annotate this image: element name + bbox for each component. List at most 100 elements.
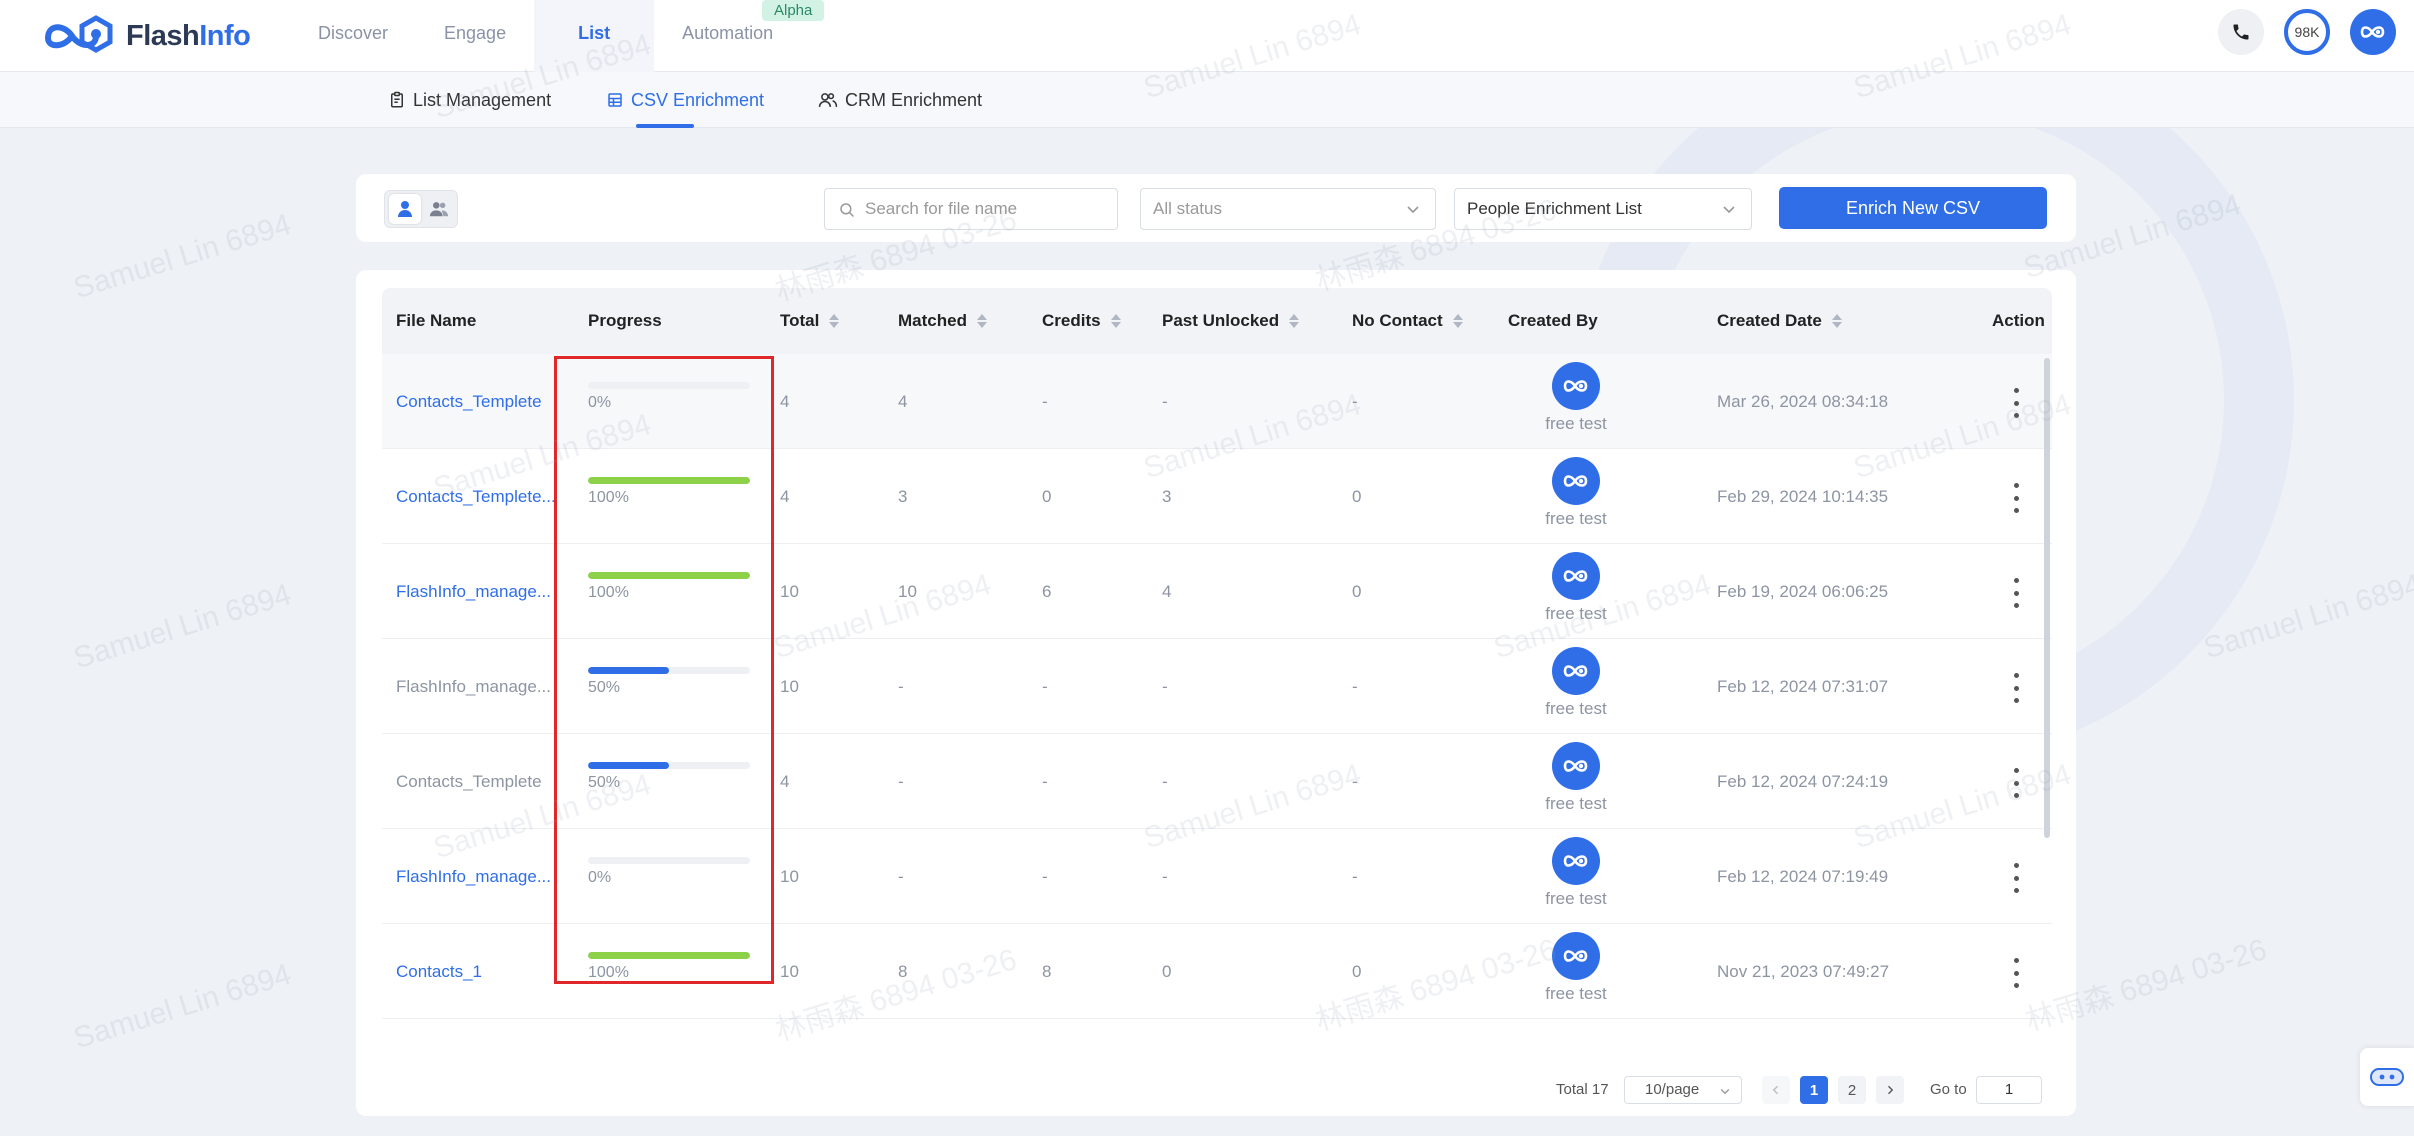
table-row[interactable]: Contacts_Templete... 100% 4 3 0 3 0 free…	[382, 449, 2052, 544]
col-matched[interactable]: Matched	[898, 288, 987, 354]
creator-avatar	[1552, 457, 1600, 505]
matched-cell: -	[898, 772, 904, 791]
credits-cell: 8	[1042, 962, 1052, 981]
progress-cell: 0%	[588, 829, 750, 924]
table-row[interactable]: Contacts_1 100% 10 8 8 0 0 free test Nov…	[382, 924, 2052, 1019]
tab-crm-enrichment[interactable]: CRM Enrichment	[818, 72, 982, 128]
nav-discover[interactable]: Discover	[290, 0, 416, 72]
goto-label: Go to	[1930, 1081, 1967, 1098]
user-avatar[interactable]	[2350, 9, 2396, 55]
created-by-cell: free test	[1516, 362, 1636, 434]
file-name[interactable]: Contacts_Templete	[396, 354, 576, 449]
col-credits[interactable]: Credits	[1042, 288, 1121, 354]
table-row[interactable]: FlashInfo_manage... 100% 10 10 6 4 0 fre…	[382, 544, 2052, 639]
file-name[interactable]: FlashInfo_manage...	[396, 544, 576, 639]
search-icon	[840, 203, 854, 217]
main-nav: Discover Engage List Automation	[290, 0, 801, 72]
col-no-contact[interactable]: No Contact	[1352, 288, 1463, 354]
past-unlocked-cell: -	[1162, 392, 1168, 411]
enrichment-list-select[interactable]: People Enrichment List	[1454, 188, 1752, 230]
col-past-unlocked[interactable]: Past Unlocked	[1162, 288, 1300, 354]
past-unlocked-cell: -	[1162, 867, 1168, 886]
created-by-cell: free test	[1516, 742, 1636, 814]
progress-track	[588, 857, 750, 864]
file-name[interactable]: Contacts_Templete...	[396, 449, 576, 544]
page-1-button[interactable]: 1	[1800, 1076, 1828, 1104]
nav-list[interactable]: List	[534, 0, 655, 72]
col-created-date[interactable]: Created Date	[1717, 288, 1842, 354]
created-by-cell: free test	[1516, 837, 1636, 909]
avatar-logo-icon	[1563, 665, 1588, 677]
avatar-logo-icon	[2360, 26, 2385, 38]
total-cell: 4	[780, 487, 790, 506]
status-select[interactable]: All status	[1140, 188, 1436, 230]
no-contact-cell: 0	[1352, 582, 1362, 601]
tab-csv-enrichment[interactable]: CSV Enrichment	[606, 72, 764, 128]
creator-name: free test	[1545, 604, 1607, 623]
next-page-button[interactable]	[1876, 1076, 1904, 1104]
created-date-cell: Feb 29, 2024 10:14:35	[1717, 487, 1889, 506]
watermark-text: Samuel Lin 6894	[69, 577, 295, 676]
phone-button[interactable]	[2218, 9, 2264, 55]
creator-name: free test	[1545, 984, 1607, 1003]
more-actions-icon[interactable]	[2010, 483, 2022, 513]
credits-indicator[interactable]: 98K	[2284, 9, 2330, 55]
total-cell: 10	[780, 962, 799, 981]
progress-track	[588, 572, 750, 579]
page-2-button[interactable]: 2	[1838, 1076, 1866, 1104]
past-unlocked-cell: 0	[1162, 962, 1172, 981]
created-date-cell: Feb 12, 2024 07:24:19	[1717, 772, 1889, 791]
sort-icon	[1289, 314, 1300, 328]
tab-crm-enrichment-label: CRM Enrichment	[845, 90, 983, 110]
no-contact-cell: -	[1352, 392, 1358, 411]
status-select-value: All status	[1153, 199, 1222, 218]
prev-page-button[interactable]	[1762, 1076, 1790, 1104]
more-actions-icon[interactable]	[2010, 958, 2022, 988]
more-actions-icon[interactable]	[2010, 578, 2022, 608]
credits-cell: -	[1042, 392, 1048, 411]
flashinfo-logo[interactable]: FlashInfo	[38, 8, 251, 64]
clipboard-icon	[391, 91, 403, 108]
company-view-button[interactable]	[423, 194, 455, 224]
logo-text: FlashInfo	[126, 19, 251, 52]
progress-track	[588, 762, 750, 769]
vertical-scrollbar[interactable]	[2044, 358, 2050, 838]
table-row[interactable]: FlashInfo_manage... 50% 10 - - - - free …	[382, 639, 2052, 734]
phone-icon	[2233, 24, 2249, 40]
nav-engage[interactable]: Engage	[416, 0, 534, 72]
created-date-cell: Feb 12, 2024 07:19:49	[1717, 867, 1889, 886]
col-total[interactable]: Total	[780, 288, 840, 354]
progress-label: 0%	[588, 869, 612, 886]
sort-icon	[976, 314, 987, 328]
file-name[interactable]: FlashInfo_manage...	[396, 829, 576, 924]
sort-icon	[1110, 314, 1121, 328]
chevron-down-icon	[1407, 206, 1419, 214]
file-name: FlashInfo_manage...	[396, 677, 551, 696]
created-date-cell: Mar 26, 2024 08:34:18	[1717, 392, 1889, 411]
more-actions-icon[interactable]	[2010, 863, 2022, 893]
file-name[interactable]: Contacts_1	[396, 924, 576, 1019]
enrich-new-csv-button[interactable]: Enrich New CSV	[1779, 187, 2047, 229]
credits-cell: 0	[1042, 487, 1052, 506]
col-progress: Progress	[588, 311, 662, 330]
page-size-select[interactable]: 10/page	[1624, 1076, 1742, 1104]
watermark-text: Samuel Lin 6894	[69, 207, 295, 306]
more-actions-icon[interactable]	[2010, 673, 2022, 703]
table-row[interactable]: FlashInfo_manage... 0% 10 - - - - free t…	[382, 829, 2052, 924]
more-actions-icon[interactable]	[2010, 768, 2022, 798]
top-bar: FlashInfo Discover Engage List Automatio…	[0, 0, 2414, 72]
goto-page-input[interactable]: 1	[1976, 1076, 2042, 1104]
table-row[interactable]: Contacts_Templete 50% 4 - - - - free tes…	[382, 734, 2052, 829]
tab-list-management[interactable]: List Management	[388, 72, 551, 128]
person-icon	[398, 201, 412, 217]
people-view-button[interactable]	[389, 194, 421, 224]
enrichment-table: File Name Progress Total Matched Credits…	[382, 288, 2052, 1024]
support-chat-button[interactable]	[2360, 1048, 2414, 1106]
progress-fill	[588, 762, 669, 769]
search-input[interactable]: Search for file name	[824, 188, 1118, 230]
matched-cell: -	[898, 867, 904, 886]
table-row[interactable]: Contacts_Templete 0% 4 4 - - - free test…	[382, 354, 2052, 449]
progress-track	[588, 477, 750, 484]
more-actions-icon[interactable]	[2010, 388, 2022, 418]
sort-icon	[1452, 314, 1463, 328]
